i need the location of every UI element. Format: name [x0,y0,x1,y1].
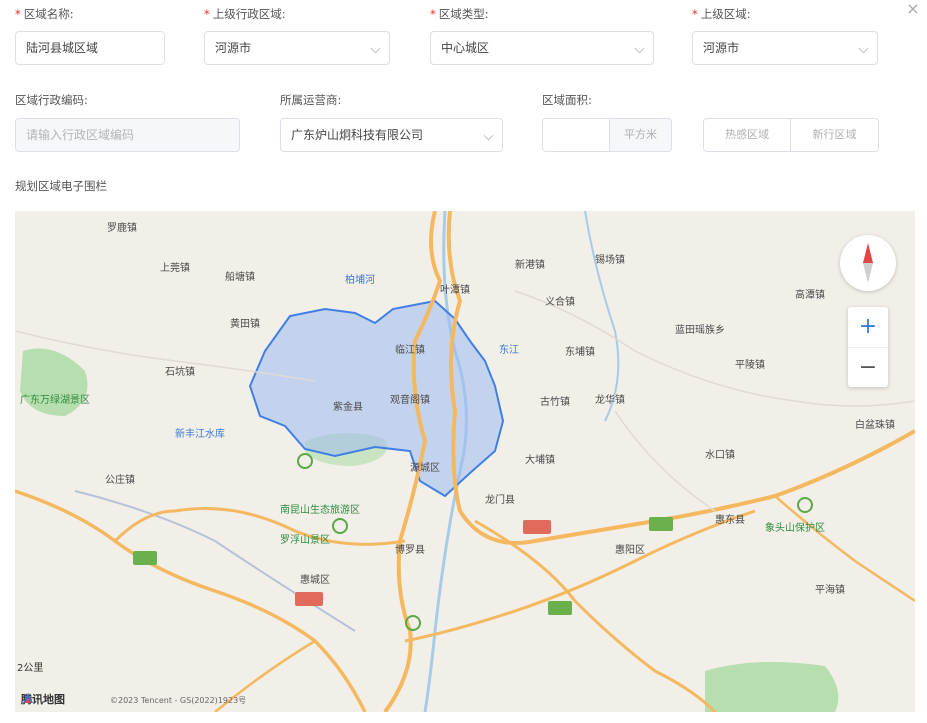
map-place-label: 新丰江水库 [175,429,225,440]
admin-code-label: 区域行政编码: [15,93,88,107]
road [474,519,717,712]
parent-region-select[interactable]: 河源市 [692,31,878,65]
minor-road [614,410,716,512]
map-place-label: 临江镇 [395,345,425,356]
parent-admin-value: 河源市 [215,41,252,55]
map-place-label: 罗鹿镇 [107,223,137,234]
zoom-out-button[interactable]: − [848,347,888,387]
zoom-in-button[interactable]: + [848,307,888,347]
map-place-label: 锡场镇 [595,255,625,266]
map-place-label: 高潭镇 [795,290,825,301]
map-place-label: 平海镇 [815,585,845,596]
operator-label: 所属运营商: [280,93,342,107]
close-button[interactable]: × [902,0,924,18]
road [113,507,406,546]
admin-code-input[interactable]: 请输入行政区域编码 [15,118,240,152]
map-place-label: 罗浮山景区 [280,535,330,546]
map-scale: 2公里 [17,663,44,674]
map-copyright: ©2023 Tencent - GS(2022)1923号 [110,696,247,705]
map-logo: 腾讯地图 [21,691,65,707]
park-marker-icon [332,518,348,534]
map-place-label: 石坑镇 [165,367,195,378]
map-place-label: 南昆山生态旅游区 [280,505,360,516]
draw-region-button[interactable]: 热感区域 [703,118,791,152]
national-road-shield-icon [523,520,551,534]
map-canvas[interactable]: 罗鹿镇上莞镇船塘镇黄田镇石坑镇 柏埔河叶潭镇 新港镇 锡场镇义合镇紫金县 东埔镇古竹镇新… [15,211,915,712]
chevron-down-icon [858,43,869,54]
chevron-down-icon [483,130,494,141]
map-place-label: 公庄镇 [105,475,135,486]
highway-shield-icon [649,517,673,531]
map-place-label: 平陵镇 [735,360,765,371]
area-unit: 平方米 [610,118,672,152]
fence-label: 规划区域电子围栏 [15,179,107,193]
area-label: 区域面积: [542,93,592,107]
parent-admin-label: * 上级行政区域: [204,7,286,21]
map-place-label: 龙门县 [485,495,515,506]
draw-button-group: 热感区域 新行区域 [703,118,879,152]
chevron-down-icon [634,43,645,54]
area-input-group: 平方米 [542,118,672,152]
park-marker-icon [297,453,313,469]
new-region-button[interactable]: 新行区域 [791,118,879,152]
region-name-input[interactable]: 陆河县城区域 [15,31,165,65]
tencent-map-logo-icon [23,693,33,703]
map-place-label: 黄田镇 [230,319,260,330]
highway-shield-icon [133,551,157,565]
map-place-label: 蓝田瑶族乡 [675,325,725,336]
map-place-label: 水口镇 [705,450,735,461]
region-type-select[interactable]: 中心城区 [430,31,654,65]
parent-region-label: * 上级区域: [692,7,751,21]
operator-select[interactable]: 广东炉山炯科技有限公司 [280,118,503,152]
map-place-label: 东江 [499,345,519,356]
parent-admin-select[interactable]: 河源市 [204,31,390,65]
map-place-label: 观音阁镇 [390,395,430,406]
park-marker-icon [797,497,813,513]
zoom-control: + − [848,307,888,387]
chevron-down-icon [370,43,381,54]
park-area [705,662,839,712]
parent-region-value: 河源市 [703,41,740,55]
map-place-label: 大埔镇 [525,455,555,466]
region-name-label: * 区域名称: [15,7,74,21]
national-road-shield-icon [295,592,323,606]
map-place-label: 叶潭镇 [440,285,470,296]
map-place-label: 广东万绿湖景区 [20,395,90,406]
map-place-label: 船塘镇 [225,272,255,283]
map-place-label: 龙华镇 [595,395,625,406]
region-type-value: 中心城区 [441,41,490,55]
map-place-label: 源城区 [410,463,440,474]
highway-shield-icon [548,601,572,615]
map-place-label: 惠城区 [300,575,330,586]
area-input[interactable] [542,118,610,152]
map-place-label: 古竹镇 [540,397,570,408]
map-place-label: 上莞镇 [160,263,190,274]
map-place-label: 惠阳区 [615,545,645,556]
map-place-label: 白盆珠镇 [855,420,895,431]
operator-value: 广东炉山炯科技有限公司 [291,128,424,142]
map-place-label: 柏埔河 [345,275,375,286]
road [774,495,915,603]
map-place-label: 惠东县 [715,515,745,526]
compass-control[interactable] [840,235,896,291]
map-place-label: 新港镇 [515,260,545,271]
map-place-label: 东埔镇 [565,347,595,358]
road [404,509,756,643]
map-place-label: 象头山保护区 [765,523,825,534]
map-place-label: 紫金县 [333,402,363,413]
river [584,211,620,422]
map-place-label: 博罗县 [395,545,425,556]
fence-polygon[interactable] [248,299,505,498]
region-type-label: * 区域类型: [430,7,489,21]
compass-icon [863,243,873,283]
map-place-label: 义合镇 [545,297,575,308]
